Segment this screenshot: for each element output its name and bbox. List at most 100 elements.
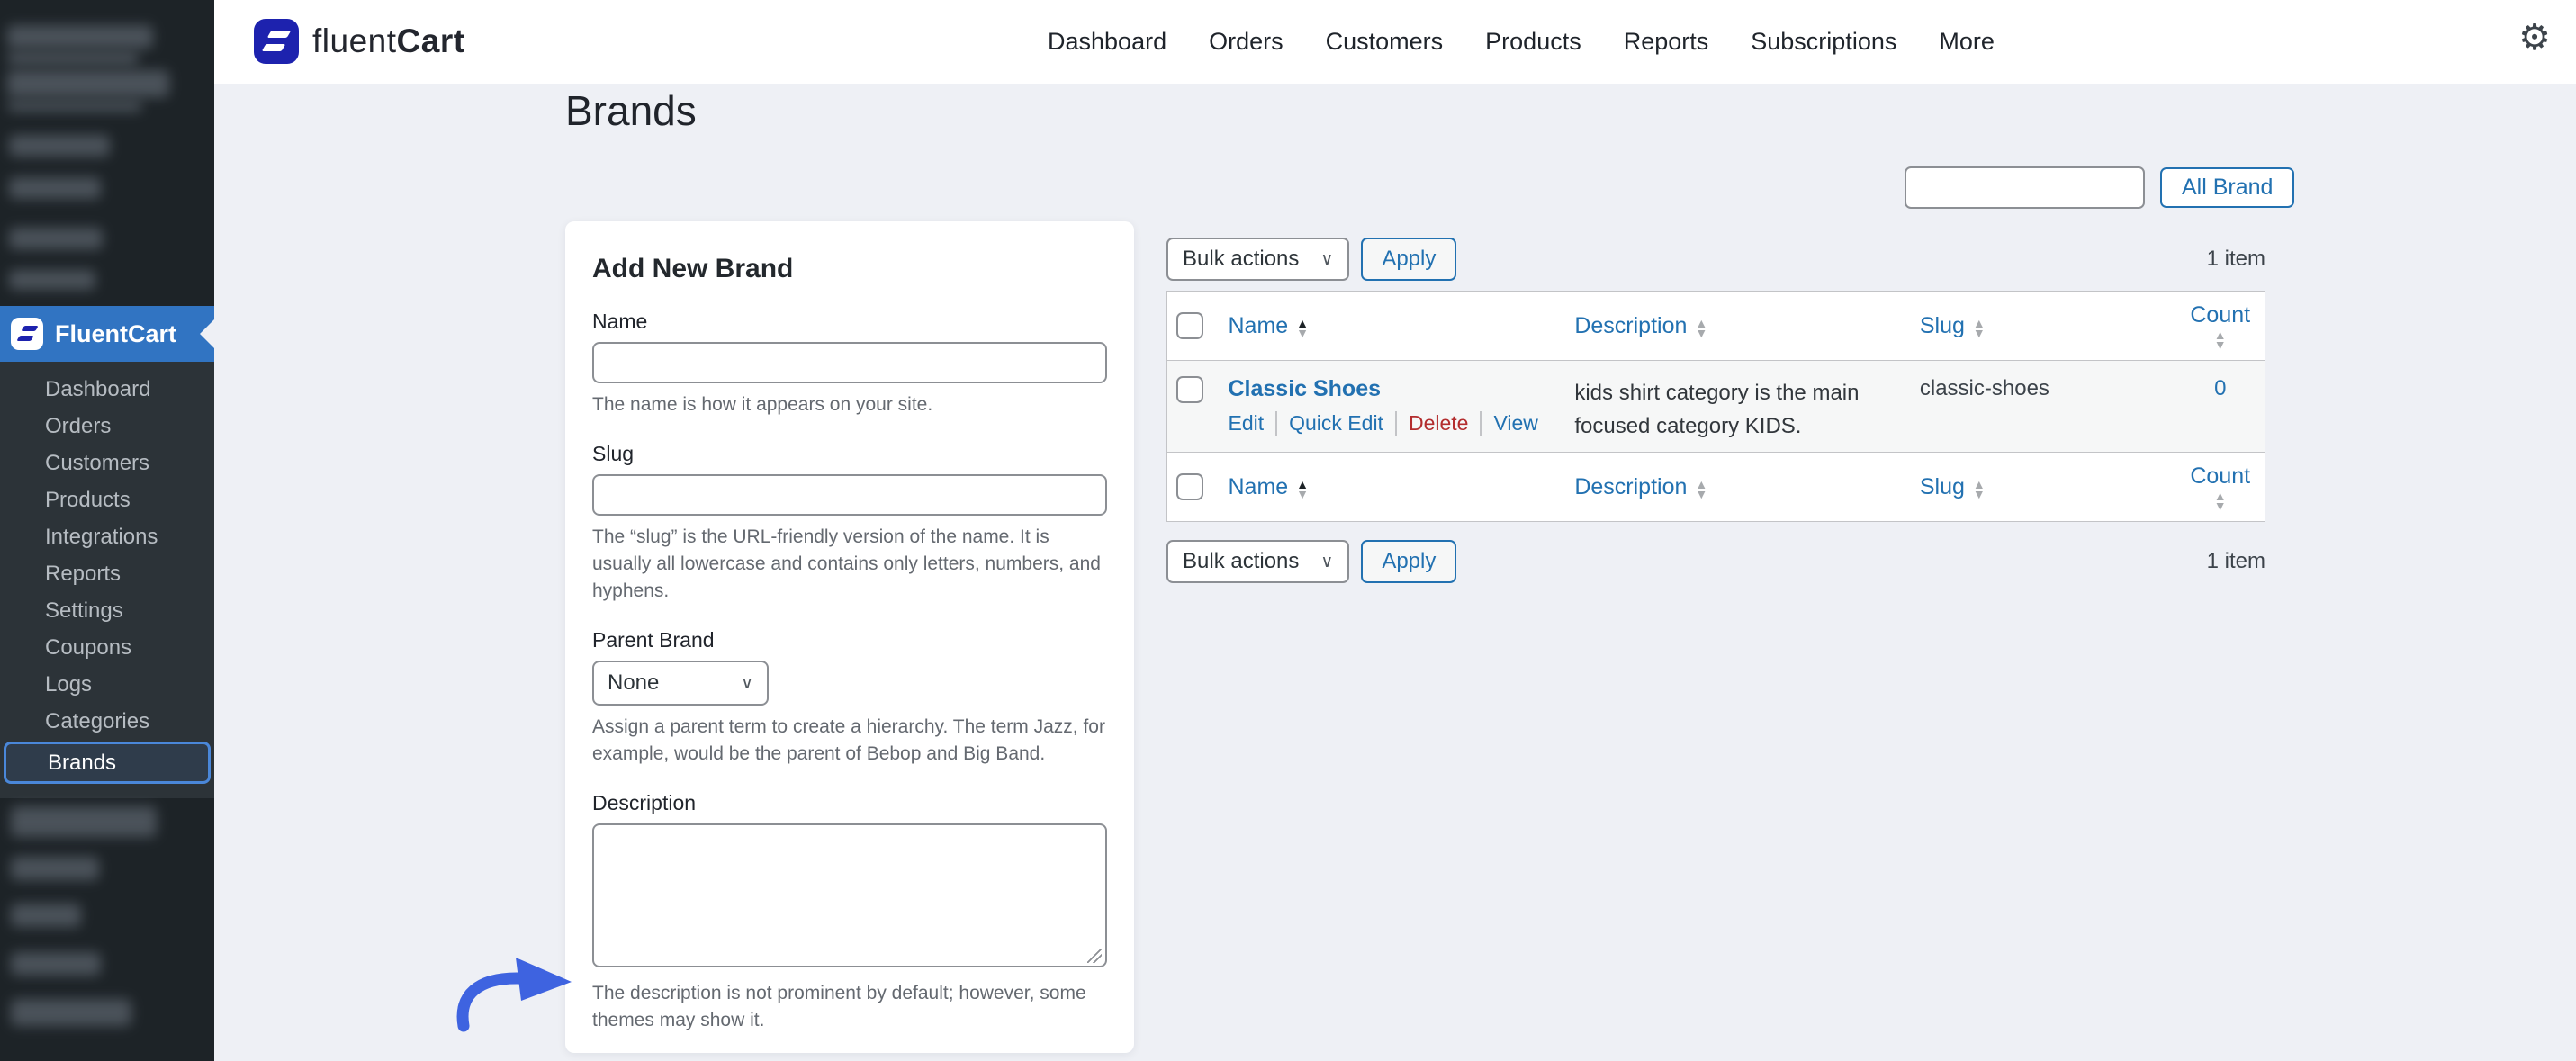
sidebar-item-blurred[interactable] (9, 135, 110, 157)
items-count: 1 item (2207, 549, 2265, 574)
sidebar-item-fluentcart[interactable]: FluentCart (0, 306, 214, 362)
description-label: Description (592, 791, 1107, 815)
tab-more[interactable]: More (1939, 28, 1995, 56)
sidebar-item-blurred[interactable] (7, 25, 153, 49)
chevron-down-icon: ∨ (741, 673, 753, 694)
sidebar-item-blurred[interactable] (7, 101, 142, 112)
column-header-description[interactable]: Description (1574, 313, 1687, 338)
sidebar-item-blurred[interactable] (11, 952, 101, 976)
column-header-name[interactable]: Name (1228, 474, 1288, 499)
select-all-checkbox[interactable] (1176, 312, 1203, 339)
fluentcart-icon (11, 318, 43, 350)
brand-name-link[interactable]: Classic Shoes (1228, 376, 1381, 402)
row-checkbox[interactable] (1176, 376, 1203, 403)
apply-button[interactable]: Apply (1361, 238, 1456, 281)
tab-customers[interactable]: Customers (1326, 28, 1444, 56)
sidebar-item-brands[interactable]: Brands (4, 742, 211, 784)
name-help-text: The name is how it appears on your site. (592, 391, 1107, 418)
annotation-arrow-icon (455, 950, 590, 1033)
sort-icons: ▲▼ (1296, 480, 1309, 499)
sidebar-item-coupons[interactable]: Coupons (0, 629, 214, 666)
sidebar-item-blurred[interactable] (9, 177, 101, 199)
sidebar-item-settings[interactable]: Settings (0, 592, 214, 629)
sidebar-item-blurred[interactable] (11, 806, 157, 837)
sidebar-item-logs[interactable]: Logs (0, 666, 214, 703)
sidebar-item-integrations[interactable]: Integrations (0, 518, 214, 555)
sidebar-item-blurred[interactable] (9, 270, 95, 290)
sidebar-item-dashboard[interactable]: Dashboard (0, 371, 214, 408)
sidebar-item-categories[interactable]: Categories (0, 703, 214, 740)
sort-desc-icon: ▼ (1973, 328, 1986, 338)
logo-text-regular: fluent (312, 22, 397, 59)
current-menu-arrow (200, 319, 214, 348)
resize-handle-icon[interactable] (1087, 949, 1102, 963)
card-title: Add New Brand (592, 254, 1107, 284)
quick-edit-link[interactable]: Quick Edit (1275, 411, 1383, 436)
column-header-description[interactable]: Description (1574, 474, 1687, 499)
table-row: Classic Shoes Edit Quick Edit Delete Vie… (1167, 361, 2265, 453)
name-input[interactable] (592, 342, 1107, 383)
apply-button[interactable]: Apply (1361, 540, 1456, 583)
row-actions: Edit Quick Edit Delete View (1228, 411, 1556, 436)
sidebar-item-blurred[interactable] (7, 70, 169, 97)
tab-orders[interactable]: Orders (1209, 28, 1283, 56)
sidebar-item-customers[interactable]: Customers (0, 445, 214, 481)
sort-icons: ▲▼ (2214, 491, 2227, 511)
column-header-slug[interactable]: Slug (1920, 313, 1965, 338)
slug-input[interactable] (592, 474, 1107, 516)
fluentcart-logo: fluentCart (254, 19, 465, 64)
bulk-actions-select[interactable]: Bulk actions ∨ (1166, 238, 1349, 281)
table-footer-row: Name▲▼ Description▲▼ Slug▲▼ Count▲▼ (1167, 453, 2265, 522)
name-label: Name (592, 310, 1107, 334)
all-brand-button-label: All Brand (2182, 175, 2273, 201)
gear-icon[interactable]: ⚙ (2518, 20, 2551, 56)
sort-icons: ▲▼ (1296, 319, 1309, 338)
sidebar-item-blurred[interactable] (11, 999, 131, 1026)
bulk-actions-label: Bulk actions (1183, 247, 1299, 272)
description-textarea[interactable] (592, 823, 1107, 967)
all-brand-button[interactable]: All Brand (2160, 167, 2294, 208)
sort-icons: ▲▼ (1973, 319, 1986, 338)
brand-slug: classic-shoes (1911, 361, 2176, 453)
sidebar-item-blurred[interactable] (11, 904, 81, 927)
parent-brand-select[interactable]: None ∨ (592, 661, 769, 706)
sort-icons: ▲▼ (1695, 480, 1707, 499)
delete-link[interactable]: Delete (1395, 411, 1468, 436)
brand-count-link[interactable]: 0 (2214, 376, 2226, 400)
view-link[interactable]: View (1480, 411, 1537, 436)
chevron-down-icon: ∨ (1320, 552, 1333, 572)
parent-brand-label: Parent Brand (592, 628, 1107, 652)
sort-desc-icon: ▼ (1296, 328, 1309, 338)
column-header-count[interactable]: Count (2190, 463, 2250, 490)
column-header-name[interactable]: Name (1228, 313, 1288, 338)
bulk-actions-select[interactable]: Bulk actions ∨ (1166, 540, 1349, 583)
tab-subscriptions[interactable]: Subscriptions (1751, 28, 1896, 56)
sort-desc-icon: ▼ (2214, 501, 2227, 511)
sidebar-item-blurred[interactable] (9, 228, 103, 249)
chevron-down-icon: ∨ (1320, 249, 1333, 270)
sidebar-item-blurred[interactable] (11, 857, 99, 880)
sidebar-item-products[interactable]: Products (0, 481, 214, 518)
items-count: 1 item (2207, 247, 2265, 272)
sort-desc-icon: ▼ (2214, 340, 2227, 350)
apply-button-label: Apply (1382, 549, 1436, 574)
sidebar-item-orders[interactable]: Orders (0, 408, 214, 445)
tab-dashboard[interactable]: Dashboard (1048, 28, 1166, 56)
column-header-count[interactable]: Count (2190, 302, 2250, 328)
select-all-checkbox[interactable] (1176, 473, 1203, 500)
sidebar-item-reports[interactable]: Reports (0, 555, 214, 592)
wp-admin-sidebar: FluentCart Dashboard Orders Customers Pr… (0, 0, 214, 1061)
fluentcart-submenu: Dashboard Orders Customers Products Inte… (0, 362, 214, 798)
column-header-slug[interactable]: Slug (1920, 474, 1965, 499)
sidebar-fluentcart-label: FluentCart (55, 320, 176, 348)
sort-desc-icon: ▼ (1973, 490, 1986, 499)
search-input[interactable] (1905, 166, 2145, 209)
sidebar-item-blurred[interactable] (7, 52, 139, 65)
fluentcart-logo-icon (254, 19, 299, 64)
fluentcart-logo-text: fluentCart (312, 22, 465, 60)
tab-reports[interactable]: Reports (1624, 28, 1709, 56)
parent-brand-help-text: Assign a parent term to create a hierarc… (592, 714, 1107, 768)
tab-products[interactable]: Products (1485, 28, 1581, 56)
sort-icons: ▲▼ (1973, 480, 1986, 499)
edit-link[interactable]: Edit (1228, 411, 1264, 436)
